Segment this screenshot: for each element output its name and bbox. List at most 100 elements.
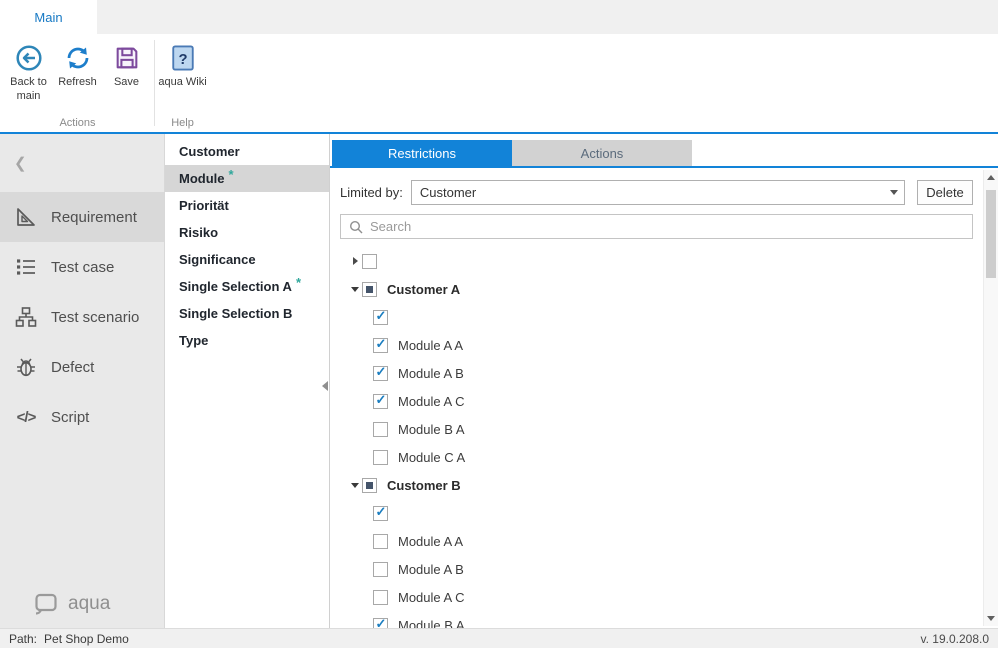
tree-checkbox[interactable] <box>373 450 388 465</box>
limited-by-value: Customer <box>420 185 476 200</box>
field-item-type[interactable]: Type <box>165 327 329 354</box>
tree-row[interactable] <box>340 499 998 527</box>
modified-asterisk: * <box>229 167 234 182</box>
aqua-wiki-label: aqua Wiki <box>158 75 206 89</box>
sidebar-item-label: Test scenario <box>51 309 139 326</box>
delete-button[interactable]: Delete <box>917 180 973 205</box>
scroll-up-arrow-icon[interactable] <box>984 170 998 185</box>
tree-checkbox[interactable] <box>373 338 388 353</box>
field-label: Significance <box>179 252 256 267</box>
tree-row-label: Module A C <box>398 394 465 409</box>
save-button[interactable]: Save <box>102 39 151 89</box>
tab-actions[interactable]: Actions <box>512 140 692 166</box>
sidebar-item-defect[interactable]: Defect <box>0 342 164 392</box>
tree-row-label: Module A B <box>398 562 464 577</box>
test-scenario-hierarchy-icon <box>14 305 38 329</box>
expander-collapsed-icon[interactable] <box>348 254 362 268</box>
tree-checkbox[interactable] <box>373 590 388 605</box>
ribbon-tab-strip: Main <box>0 0 998 34</box>
tree-row-label: Module A A <box>398 534 463 549</box>
field-item-prioritaet[interactable]: Priorität <box>165 192 329 219</box>
back-to-main-label: Back to main <box>4 75 53 104</box>
tree-row-label: Module A B <box>398 366 464 381</box>
path-label: Path: <box>9 632 37 646</box>
scrollbar-thumb[interactable] <box>986 190 996 278</box>
tree-row[interactable]: Module A C <box>340 583 998 611</box>
scroll-down-arrow-icon[interactable] <box>984 611 998 626</box>
field-label: Single Selection A <box>179 279 292 294</box>
status-bar: Path: Pet Shop Demo v. 19.0.208.0 <box>0 628 998 648</box>
tree-row[interactable] <box>340 303 998 331</box>
sidebar-item-test-case[interactable]: Test case <box>0 242 164 292</box>
sidebar-item-script[interactable]: </> Script <box>0 392 164 442</box>
tree-checkbox[interactable] <box>373 366 388 381</box>
refresh-icon <box>63 41 93 75</box>
field-item-single-selection-a[interactable]: Single Selection A * <box>165 273 329 300</box>
ribbon-group-label-actions: Actions <box>4 117 151 132</box>
tree-checkbox[interactable] <box>362 282 377 297</box>
field-item-significance[interactable]: Significance <box>165 246 329 273</box>
tree-row[interactable] <box>340 247 998 275</box>
save-floppy-icon <box>113 41 141 75</box>
tree-row[interactable]: Module A B <box>340 359 998 387</box>
tree-checkbox[interactable] <box>373 562 388 577</box>
limited-by-combobox[interactable]: Customer <box>411 180 905 205</box>
splitter-collapse-arrow-icon[interactable] <box>322 381 328 391</box>
tree-row[interactable]: Customer B <box>340 471 998 499</box>
tree-checkbox[interactable] <box>362 254 377 269</box>
tree-row[interactable]: Module B A <box>340 415 998 443</box>
vertical-scrollbar[interactable] <box>983 170 998 626</box>
back-arrow-icon <box>14 41 44 75</box>
tree-row-label: Module B A <box>398 422 465 437</box>
ribbon-tab-main[interactable]: Main <box>0 0 97 34</box>
back-to-main-button[interactable]: Back to main <box>4 39 53 104</box>
refresh-button[interactable]: Refresh <box>53 39 102 89</box>
sidebar-item-label: Defect <box>51 359 94 376</box>
expander-expanded-icon[interactable] <box>348 282 362 296</box>
field-label: Risiko <box>179 225 218 240</box>
field-item-single-selection-b[interactable]: Single Selection B <box>165 300 329 327</box>
sidebar-item-label: Script <box>51 409 89 426</box>
expander-expanded-icon[interactable] <box>348 478 362 492</box>
field-label: Customer <box>179 144 240 159</box>
save-label: Save <box>114 75 139 89</box>
tree-checkbox[interactable] <box>373 394 388 409</box>
search-input[interactable] <box>370 219 972 234</box>
ribbon-group-actions: Back to main Refresh <box>4 34 151 132</box>
tree-row[interactable]: Module A A <box>340 527 998 555</box>
field-item-risiko[interactable]: Risiko <box>165 219 329 246</box>
tree-row[interactable]: Module A B <box>340 555 998 583</box>
tree-row-label: Module C A <box>398 450 465 465</box>
sidebar-nav: Requirement Test case <box>0 192 164 442</box>
path-value: Pet Shop Demo <box>44 632 129 646</box>
search-icon <box>349 220 363 234</box>
field-label: Type <box>179 333 208 348</box>
tree-row[interactable]: Module A A <box>340 331 998 359</box>
search-box <box>340 214 973 239</box>
tree-checkbox[interactable] <box>373 506 388 521</box>
tree-checkbox[interactable] <box>362 478 377 493</box>
wiki-book-icon: ? <box>170 41 196 75</box>
sidebar-collapse-chevron-icon[interactable]: ❮ <box>14 154 27 172</box>
tree-checkbox[interactable] <box>373 422 388 437</box>
tree-row[interactable]: Module A C <box>340 387 998 415</box>
field-item-module[interactable]: Module * <box>165 165 329 192</box>
svg-text:?: ? <box>178 52 187 68</box>
modified-asterisk: * <box>296 275 301 290</box>
restrictions-tree: Customer A Module A A Module A B Module … <box>330 247 998 639</box>
tree-checkbox[interactable] <box>373 534 388 549</box>
tree-row[interactable]: Customer A <box>340 275 998 303</box>
field-item-customer[interactable]: Customer <box>165 138 329 165</box>
tree-row[interactable]: Module C A <box>340 443 998 471</box>
tab-restrictions[interactable]: Restrictions <box>332 140 512 166</box>
sidebar-item-requirement[interactable]: Requirement <box>0 192 164 242</box>
tree-checkbox[interactable] <box>373 310 388 325</box>
ribbon-group-separator <box>154 40 155 126</box>
ribbon-group-help: ? aqua Wiki Help <box>158 34 207 132</box>
refresh-label: Refresh <box>58 75 97 89</box>
sidebar-item-label: Test case <box>51 259 114 276</box>
tree-row-label: Customer B <box>387 478 461 493</box>
sidebar: ❮ Requirement Tes <box>0 134 165 628</box>
sidebar-item-test-scenario[interactable]: Test scenario <box>0 292 164 342</box>
aqua-wiki-button[interactable]: ? aqua Wiki <box>158 39 207 89</box>
